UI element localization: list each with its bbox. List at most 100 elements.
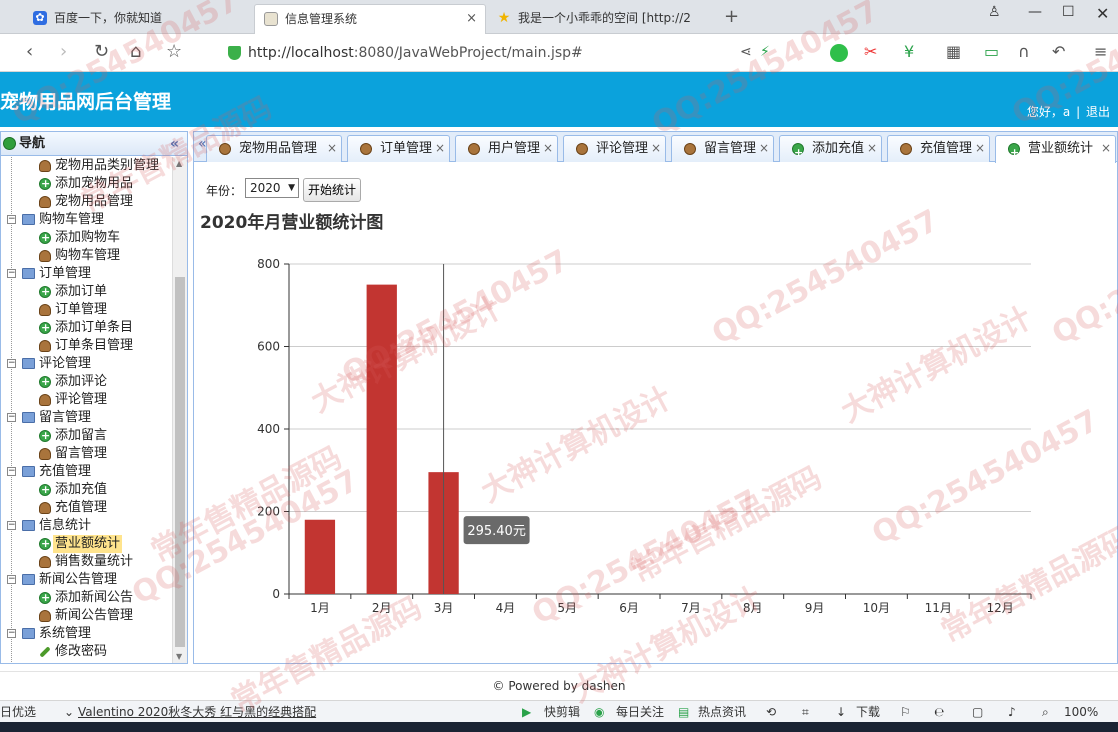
shield-yuan-icon[interactable]: ¥	[904, 42, 914, 62]
zoom-icon: ⌕	[1042, 705, 1049, 719]
y-tick-label: 400	[257, 422, 280, 436]
globe-icon	[3, 137, 16, 150]
add-circle-icon	[39, 283, 51, 301]
extension-green-icon[interactable]	[830, 44, 848, 62]
browser-tab-baidu[interactable]: ✿ 百度一下，你就知道	[24, 4, 252, 34]
tree-item[interactable]: 添加订单条目	[1, 319, 173, 337]
navigation-panel: 导航 « 宠物用品类别管理添加宠物用品宠物用品管理−购物车管理添加购物车购物车管…	[0, 131, 188, 664]
window-icon[interactable]: ▢	[972, 701, 983, 723]
forward-icon[interactable]: ›	[60, 42, 67, 62]
download-icon: ↓	[836, 705, 847, 719]
headphones-icon[interactable]: ∩	[1018, 42, 1030, 62]
tree-item[interactable]: 订单条目管理	[1, 337, 173, 355]
tree-item[interactable]: 添加留言	[1, 427, 173, 445]
tree-group[interactable]: − 充值管理	[1, 463, 173, 481]
collapse-toggle-icon[interactable]: −	[7, 359, 16, 368]
tree-item[interactable]: 添加充值	[1, 481, 173, 499]
reload-icon[interactable]: ↻	[94, 42, 109, 62]
tree-item-label: 订单条目管理	[55, 338, 134, 353]
browser-tab-title: 我是一个小乖乖的空间 [http://2	[518, 11, 691, 25]
tree-group[interactable]: − 订单管理	[1, 265, 173, 283]
tree-scrollbar[interactable]: ▲ ▼	[172, 157, 187, 663]
shirt-icon[interactable]: ♙	[988, 4, 1001, 20]
user-icon	[39, 250, 51, 262]
lightning-icon[interactable]: ⚡	[760, 42, 770, 62]
logout-link[interactable]: 退出	[1086, 105, 1110, 119]
close-window-icon[interactable]: ✕	[1096, 4, 1109, 23]
navigation-tree: 宠物用品类别管理添加宠物用品宠物用品管理−购物车管理添加购物车购物车管理−订单管…	[1, 157, 173, 663]
tree-item[interactable]: 添加新闻公告	[1, 589, 173, 607]
tree-item[interactable]: 营业额统计	[1, 535, 173, 553]
tree-item[interactable]: 添加订单	[1, 283, 173, 301]
apps-grid-icon[interactable]: ▦	[946, 42, 961, 62]
home-icon[interactable]: ⌂	[130, 42, 141, 62]
tree-item[interactable]: 留言管理	[1, 445, 173, 463]
new-tab-icon[interactable]: +	[724, 6, 739, 27]
browser-tab-active[interactable]: 信息管理系统 ×	[254, 4, 486, 34]
status-item-download[interactable]: 下载	[856, 701, 880, 723]
back-icon[interactable]: ‹	[26, 42, 33, 62]
tree-item-label: 添加订单条目	[55, 320, 134, 335]
add-circle-icon	[39, 175, 51, 193]
tree-item[interactable]: 新闻公告管理	[1, 607, 173, 625]
battery-icon[interactable]: ▭	[984, 42, 999, 62]
status-item-kuaijianji[interactable]: 快剪辑	[544, 701, 580, 723]
x-tick-label: 10月	[863, 601, 890, 615]
tree-item[interactable]: 销售数量统计	[1, 553, 173, 571]
tree-group[interactable]: − 信息统计	[1, 517, 173, 535]
tree-item[interactable]: 添加宠物用品	[1, 175, 173, 193]
crop-icon[interactable]: ⌗	[802, 701, 809, 723]
scroll-down-icon[interactable]: ▼	[176, 652, 182, 661]
tree-item[interactable]: 评论管理	[1, 391, 173, 409]
share-icon[interactable]: ⋖	[740, 42, 752, 62]
bar	[304, 519, 336, 594]
add-circle-icon	[39, 229, 51, 247]
tree-item[interactable]: 充值管理	[1, 499, 173, 517]
undo-icon[interactable]: ↶	[1052, 42, 1065, 62]
user-bar: 您好，a | 退出	[1027, 103, 1110, 120]
tree-item-label: 信息统计	[39, 518, 92, 533]
tree-group[interactable]: − 系统管理	[1, 625, 173, 643]
minimize-icon[interactable]: —	[1028, 4, 1042, 20]
tree-item[interactable]: 修改密码	[1, 643, 173, 661]
tree-item[interactable]: 订单管理	[1, 301, 173, 319]
tree-item[interactable]: 宠物用品管理	[1, 193, 173, 211]
address-bar[interactable]: http://localhost:8080/JavaWebProject/mai…	[222, 40, 722, 66]
scroll-up-icon[interactable]: ▲	[176, 159, 182, 168]
tree-item[interactable]: 宠物用品类别管理	[1, 157, 173, 175]
collapse-toggle-icon[interactable]: −	[7, 629, 16, 638]
secure-shield-icon	[228, 46, 241, 60]
volume-icon[interactable]: ♪	[1008, 701, 1016, 723]
add-circle-icon	[39, 373, 51, 391]
pencil-icon	[39, 646, 51, 658]
collapse-panel-icon[interactable]: «	[170, 132, 179, 156]
collapse-toggle-icon[interactable]: −	[7, 215, 16, 224]
menu-icon[interactable]: ≡	[1094, 42, 1107, 62]
status-item-meiriguanzhu[interactable]: 每日关注	[616, 701, 664, 723]
bookmark-star-icon[interactable]: ☆	[166, 42, 182, 62]
zoom-level[interactable]: 100%	[1064, 701, 1098, 723]
collapse-toggle-icon[interactable]: −	[7, 467, 16, 476]
tree-group[interactable]: − 新闻公告管理	[1, 571, 173, 589]
collapse-toggle-icon[interactable]: −	[7, 575, 16, 584]
tree-group[interactable]: − 评论管理	[1, 355, 173, 373]
ie-icon[interactable]: ℮	[934, 701, 944, 723]
tree-item[interactable]: 购物车管理	[1, 247, 173, 265]
tree-item[interactable]: 添加购物车	[1, 229, 173, 247]
tree-group[interactable]: − 购物车管理	[1, 211, 173, 229]
browser-tab-qzone[interactable]: ★ 我是一个小乖乖的空间 [http://2	[488, 4, 718, 34]
close-tab-icon[interactable]: ×	[466, 5, 477, 33]
collapse-toggle-icon[interactable]: −	[7, 269, 16, 278]
collapse-toggle-icon[interactable]: −	[7, 521, 16, 530]
status-news-link[interactable]: Valentino 2020秋冬大秀 红与黑的经典搭配	[78, 701, 316, 723]
scrollbar-thumb[interactable]	[175, 277, 185, 647]
rotate-icon[interactable]: ⟲	[766, 701, 776, 723]
flag-icon[interactable]: ⚐	[900, 701, 911, 723]
collapse-toggle-icon[interactable]: −	[7, 413, 16, 422]
monitor-icon	[22, 412, 35, 423]
tree-item[interactable]: 添加评论	[1, 373, 173, 391]
maximize-icon[interactable]: ☐	[1062, 4, 1075, 20]
scissors-icon[interactable]: ✂	[864, 42, 877, 62]
status-item-redianzixun[interactable]: 热点资讯	[698, 701, 746, 723]
tree-group[interactable]: − 留言管理	[1, 409, 173, 427]
